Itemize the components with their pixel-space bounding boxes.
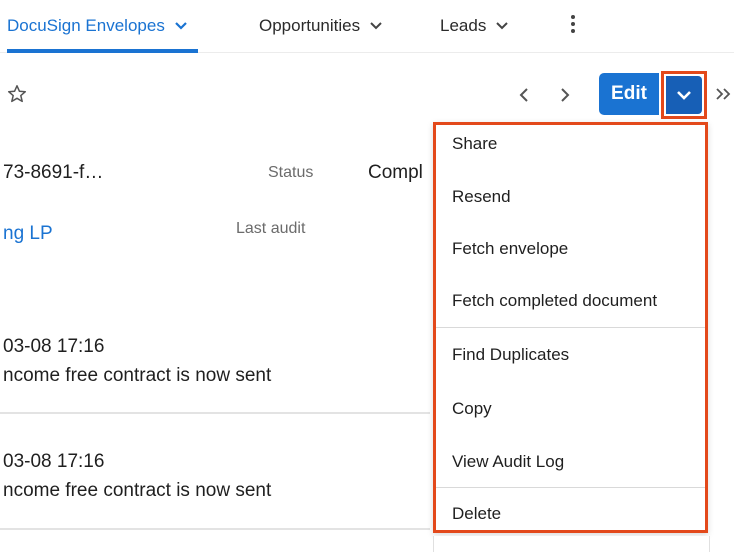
menu-divider <box>436 327 705 328</box>
menu-item-view-audit-log[interactable]: View Audit Log <box>452 452 705 472</box>
tab-label: Opportunities <box>259 16 361 35</box>
menu-item-share[interactable]: Share <box>452 134 705 154</box>
star-icon[interactable] <box>7 84 27 104</box>
status-label: Status <box>268 164 314 181</box>
menu-item-delete[interactable]: Delete <box>452 504 705 524</box>
menu-item-copy[interactable]: Copy <box>452 399 705 419</box>
chevron-down-icon <box>175 22 187 30</box>
activity-message: ncome free contract is now sent <box>3 480 272 501</box>
activity-timestamp: 03-08 17:16 <box>3 336 105 357</box>
status-value: Compl <box>368 162 423 183</box>
actions-dropdown-button[interactable] <box>661 71 707 119</box>
tab-label: Leads <box>440 16 487 35</box>
chevron-down-icon <box>496 22 509 30</box>
related-record-link[interactable]: ng LP <box>3 223 53 245</box>
menu-overflow-edge <box>433 536 710 552</box>
menu-item-fetch-envelope[interactable]: Fetch envelope <box>452 239 705 259</box>
activity-message: ncome free contract is now sent <box>3 365 272 386</box>
last-audit-label: Last audit <box>236 220 306 237</box>
envelope-id-value: 73-8691-f… <box>3 162 104 183</box>
activity-timestamp: 03-08 17:16 <box>3 451 105 472</box>
previous-record-icon[interactable] <box>517 85 531 105</box>
chevron-down-icon <box>370 22 382 30</box>
tab-label: DocuSign Envelopes <box>7 16 165 35</box>
edit-button[interactable]: Edit <box>599 73 659 115</box>
tab-opportunities[interactable]: Opportunities <box>259 0 383 52</box>
activity-divider <box>0 412 430 414</box>
more-tabs-icon[interactable] <box>566 12 580 38</box>
chevron-down-icon <box>677 91 691 100</box>
menu-item-fetch-completed-document[interactable]: Fetch completed document <box>452 291 705 311</box>
menu-item-resend[interactable]: Resend <box>452 187 705 207</box>
tab-docusign-envelopes[interactable]: DocuSign Envelopes <box>7 0 198 53</box>
menu-item-find-duplicates[interactable]: Find Duplicates <box>452 345 705 365</box>
top-navigation: DocuSign Envelopes Opportunities Leads <box>0 0 734 53</box>
next-record-icon[interactable] <box>558 85 572 105</box>
menu-divider <box>436 487 705 488</box>
tab-leads[interactable]: Leads <box>440 0 509 52</box>
double-chevron-right-icon[interactable] <box>714 84 734 104</box>
actions-menu: Share Resend Fetch envelope Fetch comple… <box>433 122 708 533</box>
activity-divider <box>0 528 430 530</box>
